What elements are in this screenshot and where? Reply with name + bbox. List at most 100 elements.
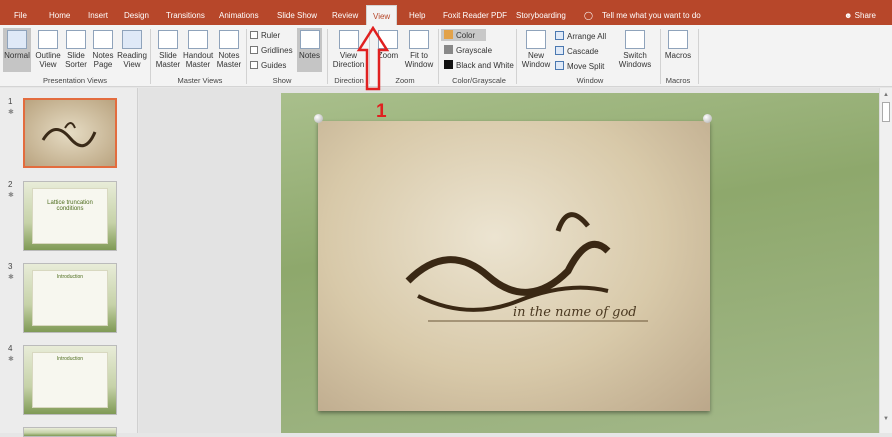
notes-page-button[interactable]: Notes Page (90, 30, 116, 69)
lightbulb-icon: ◯ (584, 11, 593, 20)
checkbox-box (250, 31, 258, 39)
new-window-icon (526, 30, 546, 49)
grayscale-swatch-icon (444, 45, 453, 54)
black-and-white-button[interactable]: Black and White (444, 60, 514, 70)
separator (516, 29, 517, 84)
ribbon: Normal Outline View Slide Sorter Notes P… (0, 25, 892, 87)
slide-number: 1 (8, 97, 13, 106)
tab-file[interactable]: File (14, 11, 27, 20)
slide-thumbnail-3[interactable]: Introduction (23, 263, 117, 333)
tab-help[interactable]: Help (409, 11, 425, 20)
move-split-button[interactable]: Move Split (555, 61, 604, 71)
notes-page-icon (93, 30, 113, 49)
vertical-scrollbar[interactable]: ▲ ▼ (879, 88, 892, 433)
slide-thumbnail-5[interactable] (23, 427, 117, 437)
normal-view-button[interactable]: Normal (3, 28, 31, 72)
cascade-button[interactable]: Cascade (555, 46, 599, 56)
scroll-down-icon[interactable]: ▼ (883, 416, 889, 422)
calligraphy-thumbnail-icon (41, 122, 97, 148)
slide-master-button[interactable]: Slide Master (155, 30, 181, 69)
gridlines-checkbox[interactable]: Gridlines (250, 46, 293, 55)
macros-group-label: Macros (665, 76, 691, 85)
slide-2-title: Lattice truncation conditions (47, 200, 93, 212)
transition-star-icon: ✱ (8, 356, 14, 363)
color-swatch-icon (444, 30, 453, 39)
notes-master-icon (219, 30, 239, 49)
tab-insert[interactable]: Insert (88, 11, 108, 20)
separator (698, 29, 699, 84)
slide-thumbnail-panel[interactable]: 1 ✱ 2 ✱ Lattice truncation conditions 3 … (0, 88, 138, 437)
show-group-label: Show (272, 76, 292, 85)
color-grayscale-group-label: Color/Grayscale (452, 76, 506, 85)
fit-to-window-button[interactable]: Fit to Window (403, 30, 435, 69)
slide-sorter-icon (66, 30, 86, 49)
scrollbar-thumb[interactable] (882, 102, 890, 122)
tab-slide-show[interactable]: Slide Show (277, 11, 317, 20)
color-button[interactable]: Color (441, 29, 486, 41)
scroll-up-icon[interactable]: ▲ (883, 92, 889, 98)
tab-foxit-reader-pdf[interactable]: Foxit Reader PDF (443, 11, 507, 20)
slide-thumbnail-4[interactable]: Introduction (23, 345, 117, 415)
switch-windows-icon (625, 30, 645, 49)
slide-sorter-button[interactable]: Slide Sorter (63, 30, 89, 69)
slide-3-title: Introduction (56, 274, 84, 280)
reading-view-button[interactable]: Reading View (117, 30, 147, 69)
separator (438, 29, 439, 84)
person-icon: ☻ (844, 11, 853, 20)
guides-checkbox[interactable]: Guides (250, 61, 286, 70)
master-views-group-label: Master Views (177, 76, 223, 85)
ruler-checkbox[interactable]: Ruler (250, 31, 280, 40)
tab-animations[interactable]: Animations (219, 11, 259, 20)
separator (150, 29, 151, 84)
notes-toggle-button[interactable]: Notes (297, 28, 322, 72)
tab-design[interactable]: Design (124, 11, 149, 20)
slide-3-content: Introduction (32, 270, 108, 326)
cascade-icon (555, 46, 564, 55)
pin-icon (314, 114, 323, 123)
tab-home[interactable]: Home (49, 11, 70, 20)
slide-4-title: Introduction (56, 356, 84, 362)
pin-icon (703, 114, 712, 123)
tab-storyboarding[interactable]: Storyboarding (516, 11, 566, 20)
outline-view-icon (38, 30, 58, 49)
calligraphy-artwork-icon (405, 212, 648, 322)
arrange-all-button[interactable]: Arrange All (555, 31, 606, 41)
parchment-image: in the name of god (318, 121, 710, 411)
current-slide[interactable]: in the name of god (281, 93, 885, 433)
slide-number: 3 (8, 262, 13, 271)
slide-thumbnail-1[interactable] (23, 98, 117, 168)
share-button[interactable]: ☻ Share (844, 11, 876, 20)
annotation-number: 1 (376, 101, 387, 122)
transition-star-icon: ✱ (8, 109, 14, 116)
tab-transitions[interactable]: Transitions (166, 11, 205, 20)
slide-thumbnail-2[interactable]: Lattice truncation conditions (23, 181, 117, 251)
handout-master-button[interactable]: Handout Master (183, 30, 213, 69)
tell-me-search[interactable]: Tell me what you want to do (602, 11, 701, 20)
checkbox-box (250, 61, 258, 69)
transition-star-icon: ✱ (8, 274, 14, 281)
slide-master-icon (158, 30, 178, 49)
presentation-views-group-label: Presentation Views (42, 76, 108, 85)
notes-master-button[interactable]: Notes Master (215, 30, 243, 69)
arrange-all-icon (555, 31, 564, 40)
fit-to-window-icon (409, 30, 429, 49)
slide-caption: in the name of god (513, 305, 637, 320)
separator (327, 29, 328, 84)
reading-view-icon (122, 30, 142, 49)
grayscale-button[interactable]: Grayscale (444, 45, 492, 55)
checkbox-box (250, 46, 258, 54)
slide-number: 2 (8, 180, 13, 189)
macros-button[interactable]: Macros (664, 30, 692, 60)
switch-windows-button[interactable]: Switch Windows (615, 30, 655, 69)
annotation-arrow-icon (356, 26, 390, 91)
new-window-button[interactable]: New Window (520, 30, 552, 69)
slide-editing-area[interactable]: in the name of god (139, 88, 885, 433)
macros-icon (668, 30, 688, 49)
notes-icon (299, 30, 320, 49)
transition-star-icon: ✱ (8, 192, 14, 199)
slide-2-content: Lattice truncation conditions (32, 188, 108, 244)
outline-view-button[interactable]: Outline View (33, 30, 63, 69)
move-split-icon (555, 61, 564, 70)
tab-review[interactable]: Review (332, 11, 358, 20)
black-and-white-swatch-icon (444, 60, 453, 69)
